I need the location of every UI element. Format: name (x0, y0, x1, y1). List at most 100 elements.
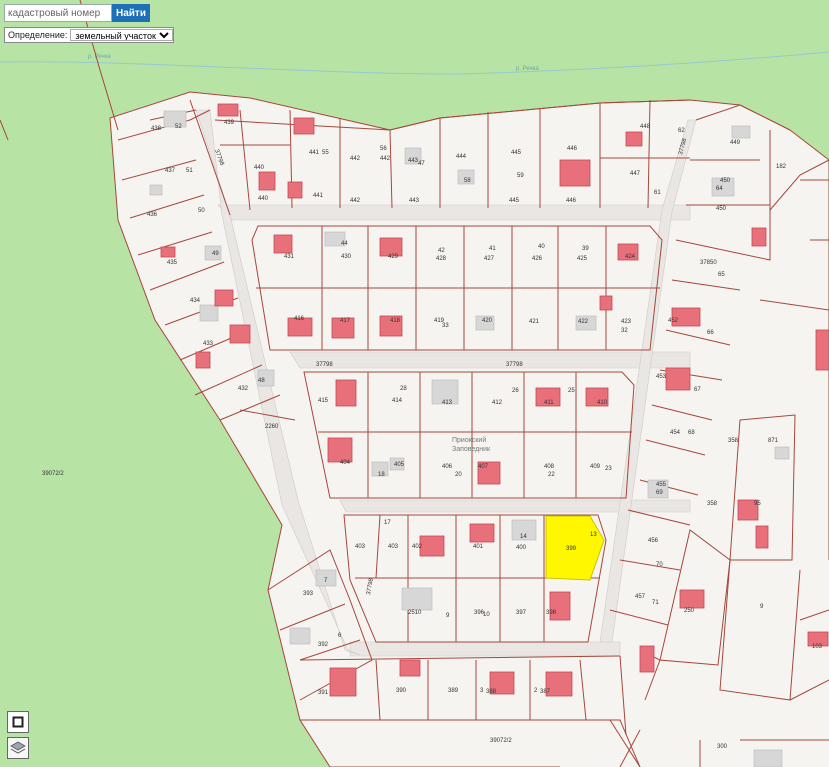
parcel-label: 62 (678, 128, 685, 134)
parcel-label: 414 (392, 398, 403, 404)
parcel-label: 432 (238, 386, 249, 392)
parcel-label: 40 (538, 244, 545, 250)
parcel-label: 39 (582, 246, 589, 252)
parcel-label: 68 (688, 430, 695, 436)
parcel-label: 103 (812, 644, 823, 650)
parcel-label: 439 (224, 120, 235, 126)
parcel-label: 66 (707, 330, 714, 336)
parcel-label: 37850 (700, 260, 717, 266)
parcel-label: 442 (350, 198, 361, 204)
parcel-label: 442 (350, 156, 361, 162)
parcel-label: 427 (484, 256, 495, 262)
parcel-label: 444 (456, 154, 467, 160)
parcel-label: 47 (418, 161, 425, 167)
parcel-label: 412 (492, 400, 503, 406)
parcel-label: 445 (511, 150, 522, 156)
parcel-label: 435 (167, 260, 178, 266)
cadastral-map[interactable]: р. Речка р. Речка 439 438 52 437 51 436 … (0, 0, 829, 767)
parcel-label: 449 (730, 140, 741, 146)
parcel-label: 410 (597, 400, 608, 406)
parcel-label: 403 (388, 544, 399, 550)
parcel-label: 64 (716, 186, 723, 192)
river-label: р. Речка (88, 54, 111, 60)
parcel-label: 391 (318, 690, 329, 696)
parcel-label: 411 (544, 400, 554, 406)
parcel-label: 453 (656, 374, 667, 380)
parcel-label: 425 (577, 256, 588, 262)
parcel-label: 402 (412, 544, 423, 550)
parcel-label: 450 (716, 206, 727, 212)
layers-button[interactable] (7, 737, 29, 759)
parcel-label: 58 (464, 178, 471, 184)
parcel-label: 442 (380, 156, 391, 162)
parcel-label: 401 (473, 544, 484, 550)
parcel-label: 452 (668, 318, 679, 324)
cadastral-search-input[interactable] (4, 4, 112, 22)
street-label: 37798 (506, 362, 523, 368)
parcel-label: 457 (635, 594, 646, 600)
parcel-label: 65 (718, 272, 725, 278)
parcel-label: 300 (717, 744, 728, 750)
parcel-label: 22 (548, 472, 555, 478)
parcel-label: 440 (258, 196, 269, 202)
parcel-label: 69 (656, 490, 663, 496)
parcel-label: 446 (567, 146, 578, 152)
parcel-label: 2510 (408, 610, 422, 616)
parcel-label: 52 (175, 124, 182, 130)
search-bar: Найти (4, 4, 150, 22)
parcel-label: 70 (656, 562, 663, 568)
parcel-label: 13 (590, 532, 597, 538)
parcel-label: 33 (442, 323, 449, 329)
parcel-label: 433 (203, 341, 214, 347)
parcel-label: 409 (590, 464, 601, 470)
parcel-label: 39072/2 (42, 471, 64, 477)
frame-tool-button[interactable] (7, 711, 29, 733)
parcel-label: 454 (670, 430, 681, 436)
street-label: 37798 (316, 362, 333, 368)
parcel-label: 358 (707, 501, 718, 507)
parcel-label: 445 (509, 198, 520, 204)
parcel-label: 25 (568, 388, 575, 394)
parcel-label: 424 (625, 254, 636, 260)
definition-select[interactable]: земельный участок (70, 29, 174, 41)
parcel-label: 417 (340, 318, 351, 324)
parcel-label: 420 (482, 318, 493, 324)
parcel-label: 17 (384, 520, 391, 526)
parcel-label: 455 (656, 482, 667, 488)
parcel-label: 61 (654, 190, 661, 196)
parcel-label: 51 (186, 168, 193, 174)
parcel-label: 429 (388, 254, 399, 260)
frame-tool-icon (12, 716, 24, 728)
parcel-label: 42 (438, 248, 445, 254)
parcel-label: 440 (254, 165, 265, 171)
parcel-label: 389 (448, 688, 459, 694)
parcel-label: 20 (455, 472, 462, 478)
parcel-label: 49 (212, 251, 219, 257)
definition-label: Определение: (8, 30, 68, 40)
parcel-label: 358 (728, 438, 739, 444)
parcel-label: 71 (652, 600, 659, 606)
parcel-label: 437 (165, 168, 176, 174)
parcel-label: 438 (151, 126, 162, 132)
parcel-label: 28 (400, 386, 407, 392)
parcel-label: 415 (318, 398, 329, 404)
parcel-label: 434 (190, 298, 201, 304)
parcel-label: 405 (394, 462, 405, 468)
parcel-label: 398 (546, 610, 557, 616)
search-button[interactable]: Найти (112, 4, 150, 22)
parcel-label: 50 (198, 208, 205, 214)
parcel-label: 456 (648, 538, 659, 544)
parcel-label: 59 (517, 173, 524, 179)
parcel-label: 447 (630, 171, 641, 177)
parcel-label: 95 (754, 501, 761, 507)
parcel-label: 387 (540, 689, 551, 695)
parcel-label: 250 (684, 608, 695, 614)
parcel-label: 436 (147, 212, 158, 218)
parcel-label: 406 (442, 464, 453, 470)
parcel-label: 56 (380, 146, 387, 152)
parcel-label: 399 (566, 546, 577, 552)
layers-icon (10, 741, 26, 754)
parcel-label: 400 (516, 545, 527, 551)
parcel-label: 44 (341, 241, 348, 247)
parcel-label: 428 (436, 256, 447, 262)
